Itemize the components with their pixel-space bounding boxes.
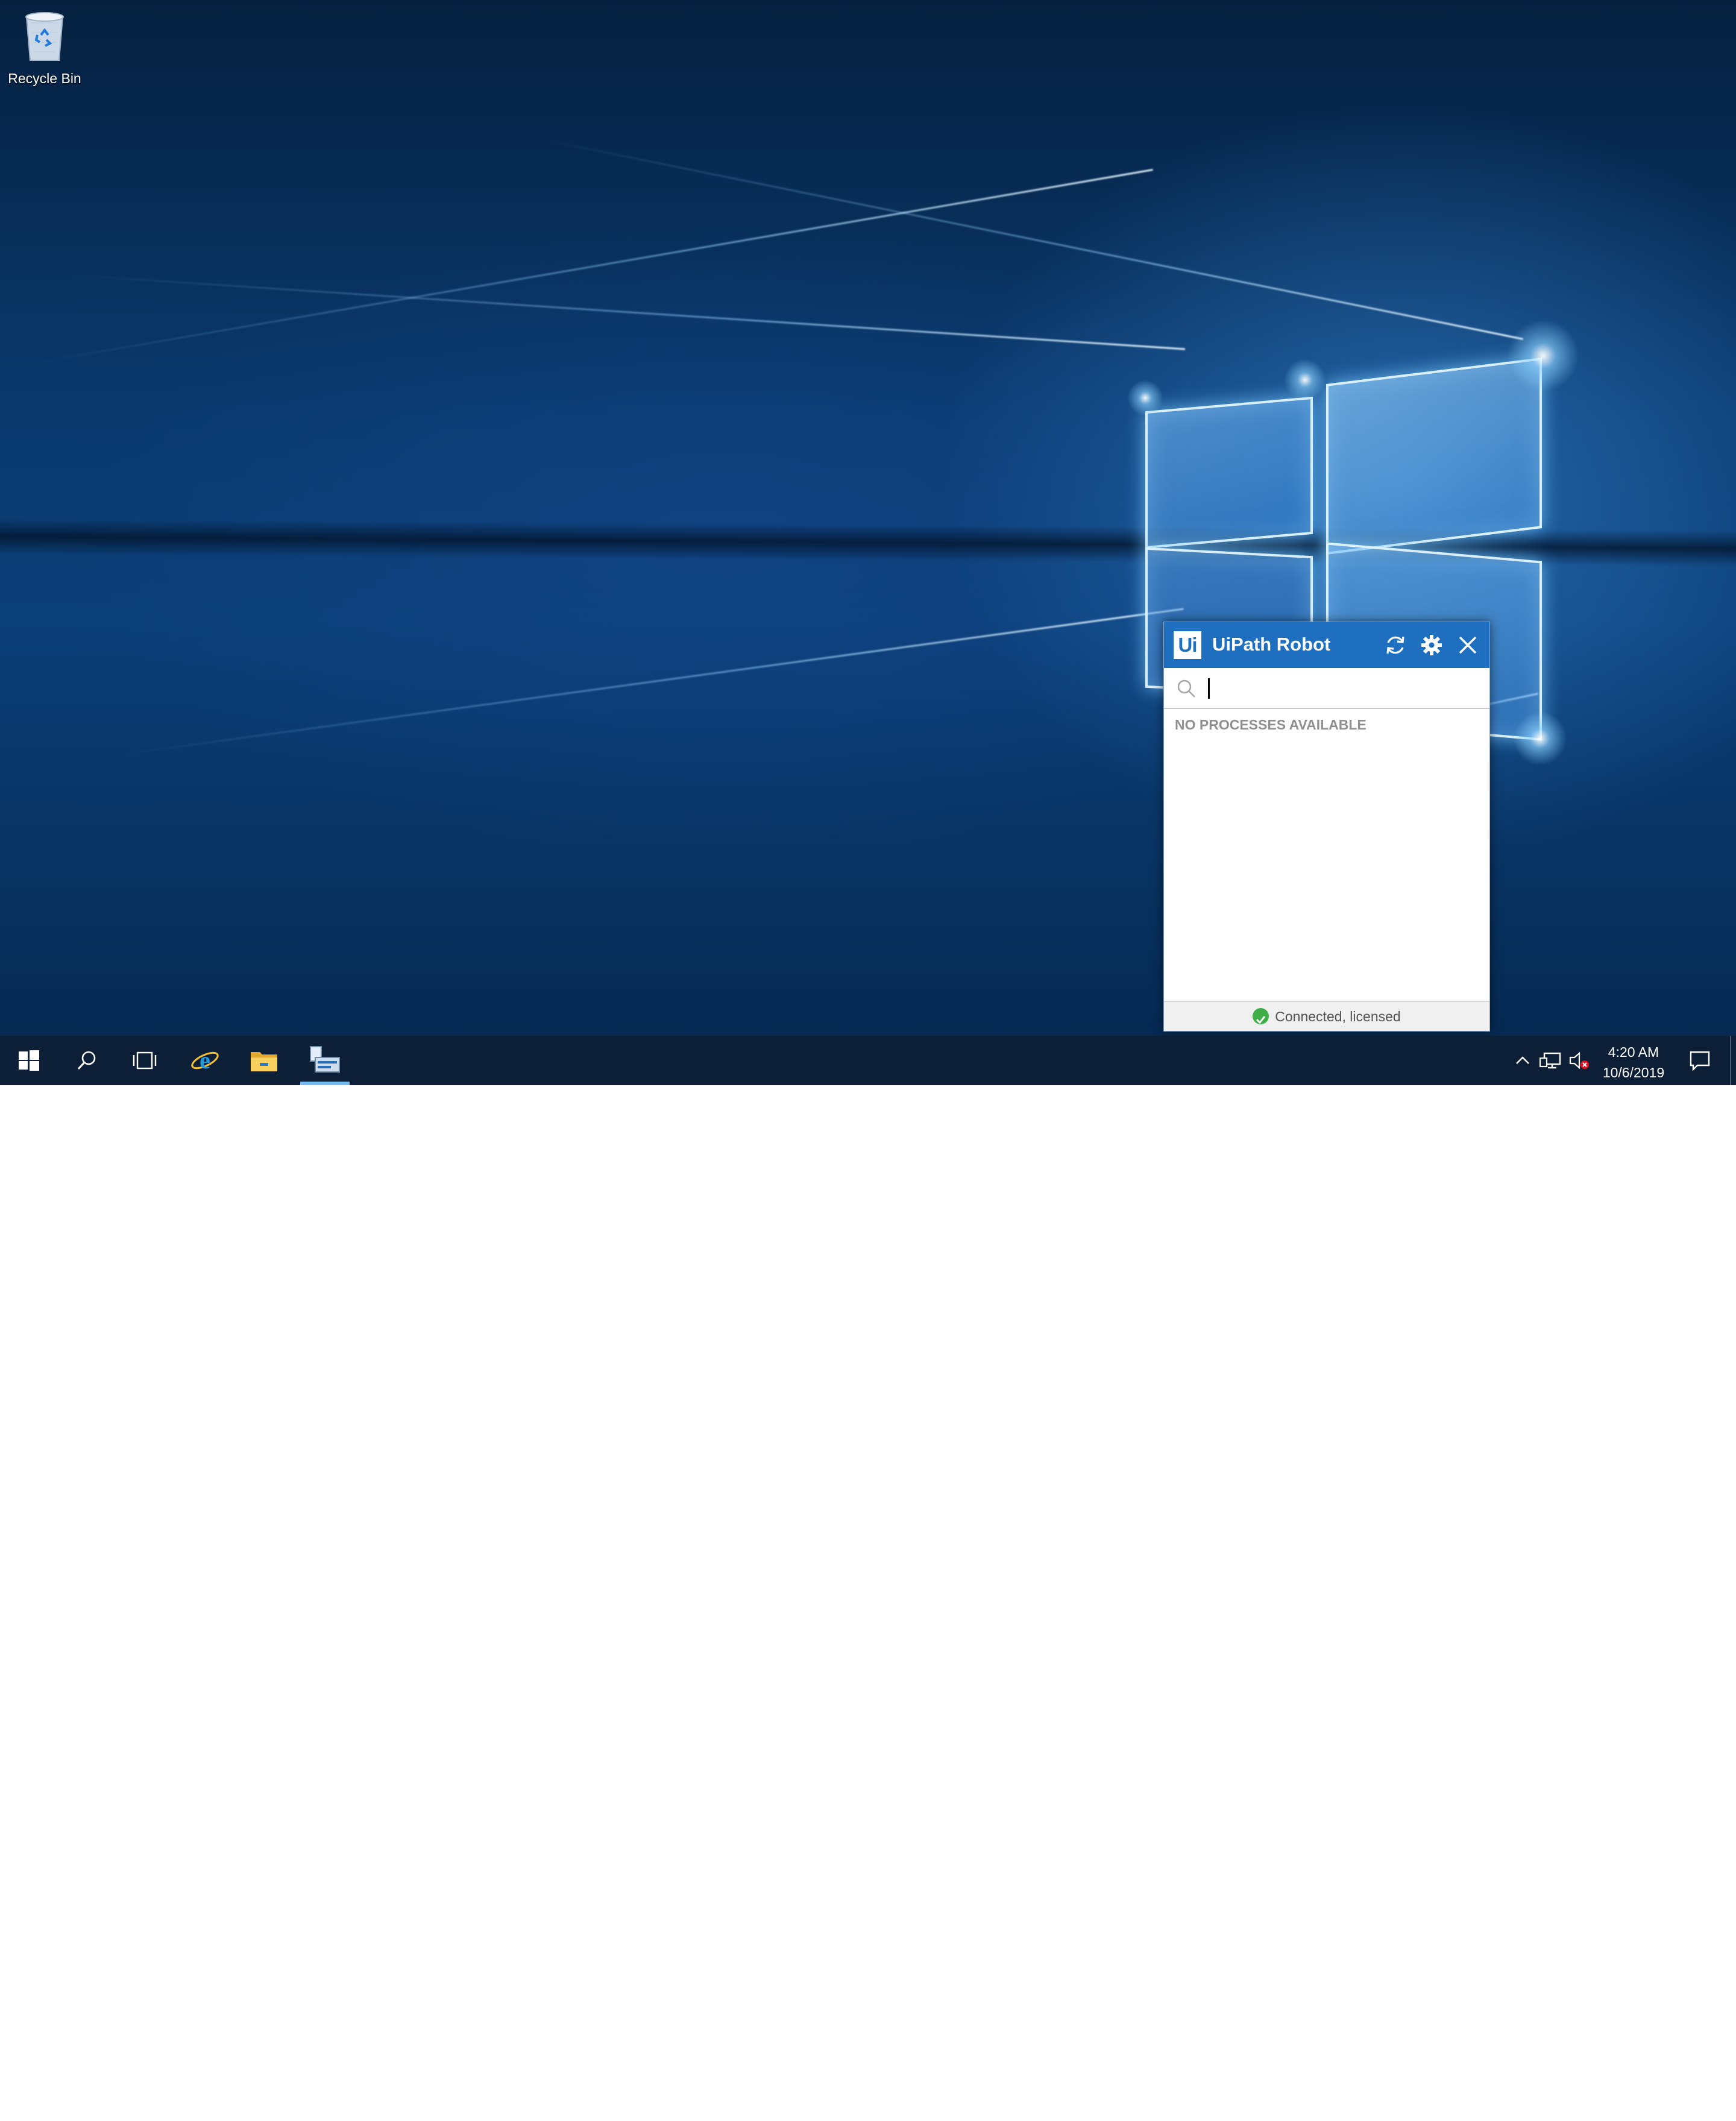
- windows-start-icon: [19, 1050, 39, 1071]
- window-title: UiPath Robot: [1212, 634, 1331, 655]
- light-beam: [542, 139, 1523, 340]
- taskbar: e 4:20 AM 10/6/2019: [0, 1036, 1736, 2121]
- light-beam: [120, 608, 1184, 755]
- recycle-bin-shortcut[interactable]: Recycle Bin: [4, 8, 86, 87]
- close-button[interactable]: [1456, 633, 1480, 657]
- window-header: Ui UiPath Robot: [1164, 622, 1489, 668]
- task-view-icon: [133, 1051, 157, 1070]
- active-app-highlight: [297, 2072, 354, 2121]
- recycle-bin-label: Recycle Bin: [8, 71, 81, 86]
- process-search-input[interactable]: [1205, 674, 1479, 702]
- show-desktop-button[interactable]: [1730, 1036, 1731, 1085]
- network-icon: [1539, 1052, 1561, 1069]
- svg-text:e: e: [200, 1047, 210, 1074]
- search-icon: [77, 1051, 96, 1070]
- search-button[interactable]: [58, 1036, 116, 1085]
- file-explorer-icon: [251, 1052, 277, 1071]
- light-flare: [1507, 320, 1579, 392]
- settings-button[interactable]: [1420, 633, 1444, 657]
- light-beam: [72, 274, 1186, 350]
- logo-pane-top-left: [1145, 396, 1313, 549]
- clock-time: 4:20 AM: [1608, 1044, 1659, 1060]
- internet-explorer-button[interactable]: e: [176, 1036, 234, 1085]
- active-app-indicator: [300, 1082, 350, 1085]
- checkmark-icon: [1253, 1008, 1269, 1025]
- text-caret: [1208, 678, 1210, 699]
- start-button[interactable]: [0, 1036, 58, 1085]
- connection-status: Connected, licensed: [1275, 1009, 1401, 1024]
- refresh-button[interactable]: [1383, 633, 1407, 657]
- task-view-button[interactable]: [116, 1036, 174, 1085]
- chevron-up-icon: [1516, 1056, 1529, 1064]
- light-beam: [36, 169, 1153, 364]
- light-flare: [1127, 380, 1163, 416]
- search-bar: [1164, 668, 1489, 709]
- empty-processes-message: NO PROCESSES AVAILABLE: [1175, 717, 1366, 733]
- search-icon: [1177, 679, 1195, 698]
- uipath-logo: Ui: [1174, 631, 1201, 659]
- clock-date: 10/6/2019: [1602, 1065, 1665, 1080]
- volume-button[interactable]: [1566, 1036, 1593, 1085]
- volume-muted-icon: [1569, 1051, 1589, 1070]
- action-center-icon: [1690, 1051, 1710, 1071]
- gear-icon: [1421, 635, 1442, 655]
- file-explorer-button[interactable]: [235, 1036, 293, 1085]
- logo-pane-top-right: [1326, 358, 1542, 555]
- show-hidden-icons-button[interactable]: [1509, 1036, 1536, 1085]
- light-flare: [1513, 711, 1567, 766]
- uipath-robot-window: Ui UiPath Robot NO PROCESSES AVAILABLE C…: [1163, 622, 1490, 1032]
- recycle-bin-icon: [25, 12, 64, 61]
- action-center-button[interactable]: [1682, 1036, 1718, 1085]
- system-clock[interactable]: 4:20 AM 10/6/2019: [1591, 1042, 1676, 1083]
- uipath-robot-icon: [310, 1046, 340, 1073]
- light-flare: [1284, 359, 1326, 401]
- status-bar: Connected, licensed: [1164, 1001, 1489, 1031]
- internet-explorer-icon: e: [191, 1047, 219, 1074]
- close-icon: [1459, 636, 1477, 654]
- refresh-icon: [1386, 636, 1404, 654]
- uipath-robot-button[interactable]: [297, 1036, 354, 1085]
- network-button[interactable]: [1537, 1036, 1564, 1085]
